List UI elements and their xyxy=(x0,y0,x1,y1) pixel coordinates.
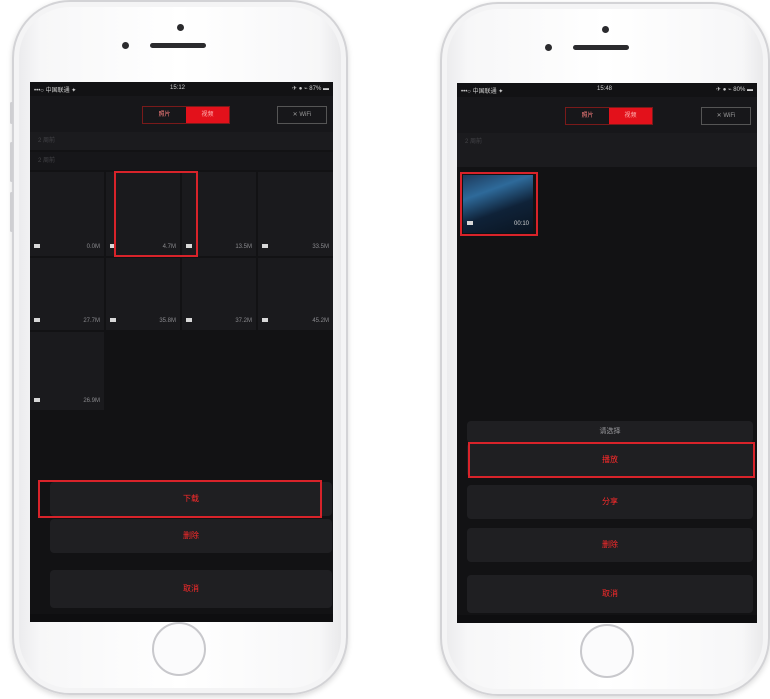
video-size: 33.5M xyxy=(312,244,329,250)
battery-indicator: ✈ ● ⌁ 80% ▬ xyxy=(716,87,753,93)
mute-switch xyxy=(10,102,13,124)
video-camera-icon xyxy=(262,318,268,322)
video-camera-icon xyxy=(34,318,40,322)
section-label: 2 周前 xyxy=(30,132,333,150)
section-label: 2 周前 xyxy=(457,133,757,167)
wifi-button[interactable]: ✕ WiFi xyxy=(701,107,751,125)
selected-video-highlight xyxy=(114,171,198,257)
earpiece-speaker xyxy=(573,45,629,50)
cancel-button[interactable]: 取消 xyxy=(467,575,753,613)
volume-down-button xyxy=(10,192,13,232)
play-button-highlight xyxy=(468,442,755,478)
earpiece-speaker xyxy=(150,43,206,48)
cancel-button[interactable]: 取消 xyxy=(50,570,332,608)
tab-bar xyxy=(30,614,333,622)
front-camera-icon xyxy=(177,24,184,31)
video-size: 27.7M xyxy=(83,318,100,324)
video-thumbnail[interactable]: 45.2M xyxy=(258,258,333,330)
video-thumbnail[interactable]: 26.9M xyxy=(30,332,104,410)
volume-up-button xyxy=(10,142,13,182)
segmented-control: 照片 视频 xyxy=(565,107,653,125)
video-camera-icon xyxy=(262,244,268,248)
delete-button[interactable]: 删除 xyxy=(50,519,332,553)
share-button[interactable]: 分享 xyxy=(467,485,753,519)
home-button[interactable] xyxy=(580,624,634,678)
status-time: 15:12 xyxy=(170,85,186,91)
phone-left: •••○ 中国联通 ✦ 15:12 ✈ ● ⌁ 87% ▬ 照片 视频 ✕ Wi… xyxy=(10,0,348,695)
sensor-icon xyxy=(122,42,129,49)
status-bar: •••○ 中国联通 ✦ 15:12 ✈ ● ⌁ 87% ▬ xyxy=(30,82,333,96)
video-thumbnail[interactable]: 27.7M xyxy=(30,258,104,330)
video-size: 37.2M xyxy=(235,318,252,324)
nav-bar: 照片 视频 ✕ WiFi xyxy=(30,96,333,132)
carrier-label: •••○ 中国联通 ✦ xyxy=(461,89,504,95)
status-bar: •••○ 中国联通 ✦ 15:48 ✈ ● ⌁ 80% ▬ xyxy=(457,83,757,97)
nav-bar: 照片 视频 ✕ WiFi xyxy=(457,97,757,133)
video-size: 13.5M xyxy=(235,244,252,250)
status-time: 15:48 xyxy=(597,86,613,92)
tab-photos[interactable]: 照片 xyxy=(143,107,186,123)
sheet-title: 请选择 xyxy=(467,421,753,443)
carrier-label: •••○ 中国联通 ✦ xyxy=(34,88,77,94)
delete-button[interactable]: 删除 xyxy=(467,528,753,562)
tab-videos[interactable]: 视频 xyxy=(186,107,229,123)
tab-videos[interactable]: 视频 xyxy=(609,108,652,124)
phone-right: •••○ 中国联通 ✦ 15:48 ✈ ● ⌁ 80% ▬ 照片 视频 ✕ Wi… xyxy=(440,2,770,696)
video-camera-icon xyxy=(34,398,40,402)
video-size: 45.2M xyxy=(312,318,329,324)
video-camera-icon xyxy=(110,318,116,322)
video-thumbnail[interactable]: 35.8M xyxy=(106,258,180,330)
download-button-highlight xyxy=(38,480,322,518)
video-thumbnail[interactable]: 37.2M xyxy=(182,258,256,330)
video-thumbnail[interactable]: 0.0M xyxy=(30,172,104,256)
screen: •••○ 中国联通 ✦ 15:48 ✈ ● ⌁ 80% ▬ 照片 视频 ✕ Wi… xyxy=(457,83,757,623)
video-camera-icon xyxy=(34,244,40,248)
screen: •••○ 中国联通 ✦ 15:12 ✈ ● ⌁ 87% ▬ 照片 视频 ✕ Wi… xyxy=(30,82,333,622)
tab-photos[interactable]: 照片 xyxy=(566,108,609,124)
video-size: 35.8M xyxy=(159,318,176,324)
battery-indicator: ✈ ● ⌁ 87% ▬ xyxy=(292,86,329,92)
wifi-button[interactable]: ✕ WiFi xyxy=(277,106,327,124)
video-thumbnail[interactable]: 33.5M xyxy=(258,172,333,256)
selected-video-highlight xyxy=(460,172,538,236)
tab-bar xyxy=(457,615,757,623)
video-camera-icon xyxy=(186,318,192,322)
sensor-icon xyxy=(545,44,552,51)
video-size: 26.9M xyxy=(83,398,100,404)
segmented-control: 照片 视频 xyxy=(142,106,230,124)
video-size: 0.0M xyxy=(86,244,100,250)
section-label: 2 周前 xyxy=(30,152,333,170)
home-button[interactable] xyxy=(152,622,206,676)
front-camera-icon xyxy=(602,26,609,33)
